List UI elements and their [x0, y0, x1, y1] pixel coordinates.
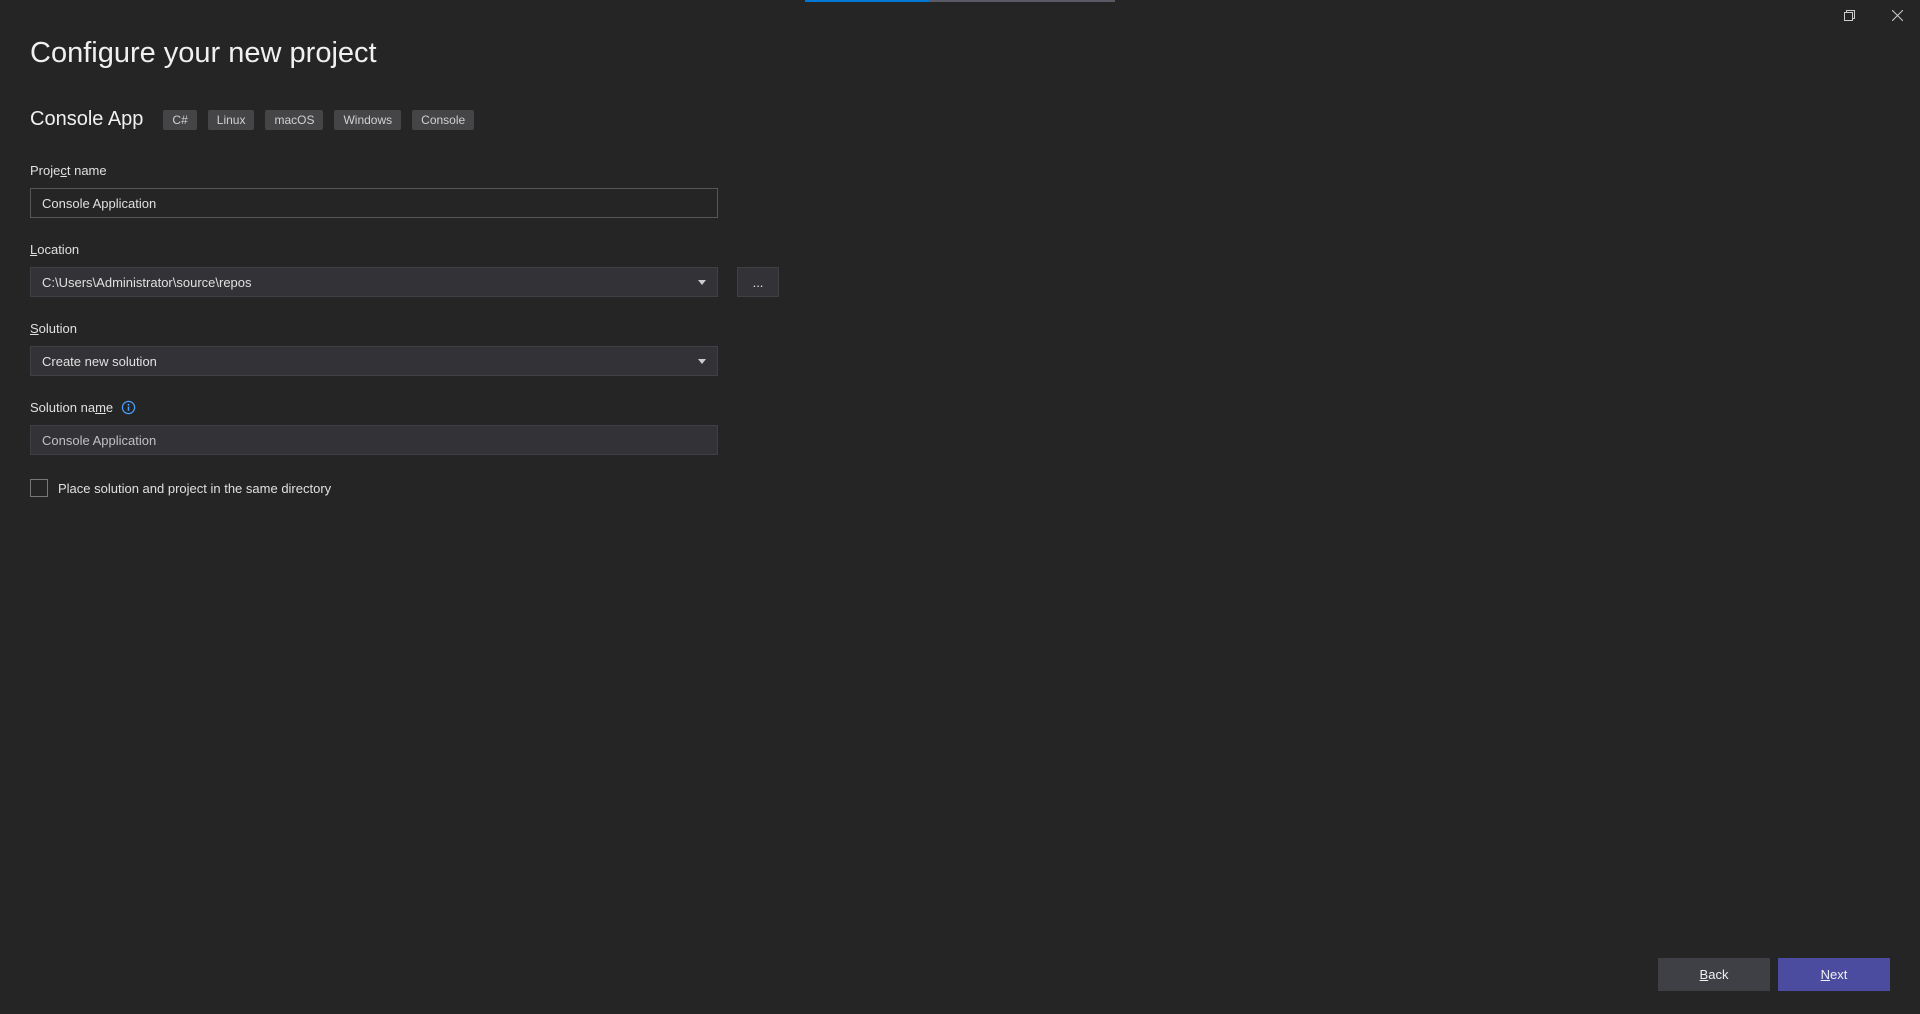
- close-icon: [1892, 10, 1903, 21]
- window-controls: [1826, 0, 1920, 30]
- solution-name-input[interactable]: [30, 425, 718, 455]
- footer-buttons: Back Next: [1658, 958, 1890, 991]
- location-group: Location C:\Users\Administrator\source\r…: [30, 242, 1890, 297]
- next-button[interactable]: Next: [1778, 958, 1890, 991]
- solution-group: Solution Create new solution: [30, 321, 1890, 376]
- location-value: C:\Users\Administrator\source\repos: [42, 275, 252, 290]
- location-dropdown[interactable]: C:\Users\Administrator\source\repos: [30, 267, 718, 297]
- location-label: Location: [30, 242, 1890, 257]
- template-tags: C# Linux macOS Windows Console: [163, 110, 474, 130]
- template-name: Console App: [30, 108, 143, 131]
- project-name-group: Project name: [30, 163, 1890, 218]
- project-name-input[interactable]: [30, 188, 718, 218]
- info-icon[interactable]: [121, 400, 136, 415]
- project-name-label: Project name: [30, 163, 1890, 178]
- browse-button[interactable]: ...: [737, 267, 779, 297]
- solution-label: Solution: [30, 321, 1890, 336]
- chevron-down-icon: [698, 280, 706, 285]
- tag-windows: Windows: [334, 110, 401, 130]
- same-directory-label: Place solution and project in the same d…: [58, 481, 331, 496]
- chevron-down-icon: [698, 359, 706, 364]
- content: Configure your new project Console App C…: [0, 0, 1920, 497]
- solution-name-label: Solution name: [30, 400, 113, 415]
- template-row: Console App C# Linux macOS Windows Conso…: [30, 108, 1890, 131]
- tag-console: Console: [412, 110, 474, 130]
- maximize-icon: [1844, 10, 1855, 21]
- solution-value: Create new solution: [42, 354, 157, 369]
- tag-linux: Linux: [208, 110, 255, 130]
- same-directory-row: Place solution and project in the same d…: [30, 479, 1890, 497]
- back-button[interactable]: Back: [1658, 958, 1770, 991]
- location-row: C:\Users\Administrator\source\repos ...: [30, 267, 1890, 297]
- solution-dropdown[interactable]: Create new solution: [30, 346, 718, 376]
- tag-macos: macOS: [265, 110, 323, 130]
- page-title: Configure your new project: [30, 37, 1890, 70]
- tag-csharp: C#: [163, 110, 196, 130]
- maximize-button[interactable]: [1826, 0, 1872, 30]
- solution-name-group: Solution name: [30, 400, 1890, 455]
- close-button[interactable]: [1874, 0, 1920, 30]
- same-directory-checkbox[interactable]: [30, 479, 48, 497]
- top-accent: [805, 0, 1115, 2]
